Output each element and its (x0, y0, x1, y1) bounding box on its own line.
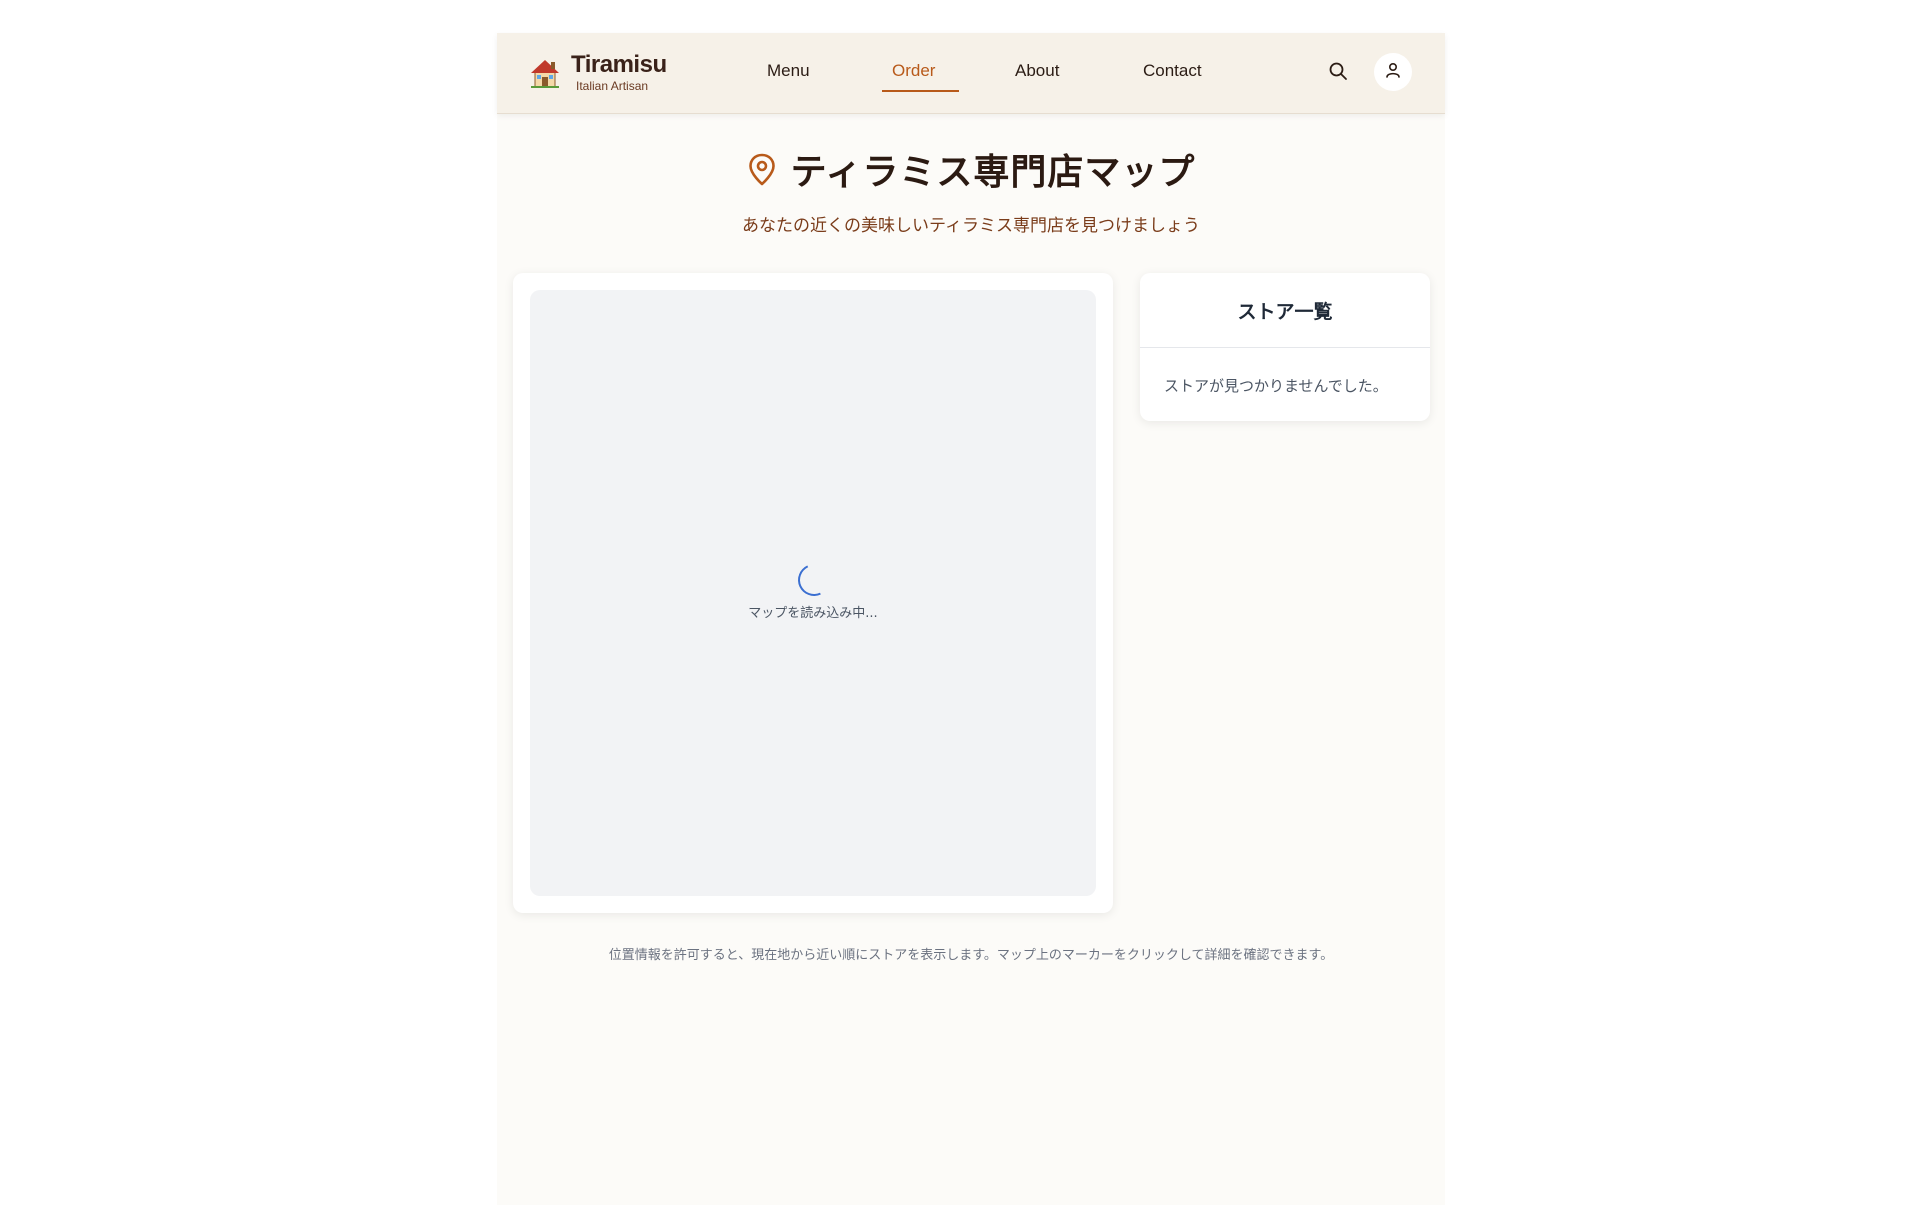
page-title: ティラミス専門店マップ (790, 152, 1196, 193)
loading-spinner (793, 559, 835, 601)
nav-contact[interactable]: Contact (1143, 61, 1202, 81)
nav-active-underline (882, 90, 959, 92)
user-account-button[interactable] (1374, 53, 1412, 91)
store-list-heading: ストア一覧 (1140, 273, 1430, 348)
logo[interactable]: Tiramisu Italian Artisan (527, 53, 667, 93)
map-area[interactable]: マップを読み込み中... (530, 290, 1096, 896)
map-card: マップを読み込み中... (513, 273, 1113, 913)
logo-text: Tiramisu Italian Artisan (571, 51, 667, 94)
nav-menu[interactable]: Menu (767, 61, 810, 81)
logo-title: Tiramisu (571, 51, 667, 78)
store-list-empty-message: ストアが見つかりませんでした。 (1164, 377, 1388, 395)
site-header: Tiramisu Italian Artisan Menu Order Abou… (497, 33, 1445, 114)
logo-subtitle: Italian Artisan (576, 79, 649, 93)
nav-about[interactable]: About (1015, 61, 1059, 81)
store-list-card: ストア一覧 ストアが見つかりませんでした。 (1140, 273, 1430, 421)
page-subtitle: あなたの近くの美味しいティラミス専門店を見つけましょう (742, 216, 1200, 236)
page: Tiramisu Italian Artisan Menu Order Abou… (497, 33, 1445, 1205)
user-icon (1384, 61, 1402, 83)
map-loading-text: マップを読み込み中... (748, 606, 878, 621)
map-pin-icon (747, 153, 777, 187)
search-button[interactable] (1323, 58, 1353, 88)
nav-order[interactable]: Order (892, 61, 935, 81)
page-title-row: ティラミス専門店マップ (497, 143, 1445, 195)
house-icon (527, 55, 563, 91)
search-icon (1328, 61, 1348, 85)
location-info-note: 位置情報を許可すると、現在地から近い順にストアを表示します。マップ上のマーカーを… (608, 948, 1334, 963)
